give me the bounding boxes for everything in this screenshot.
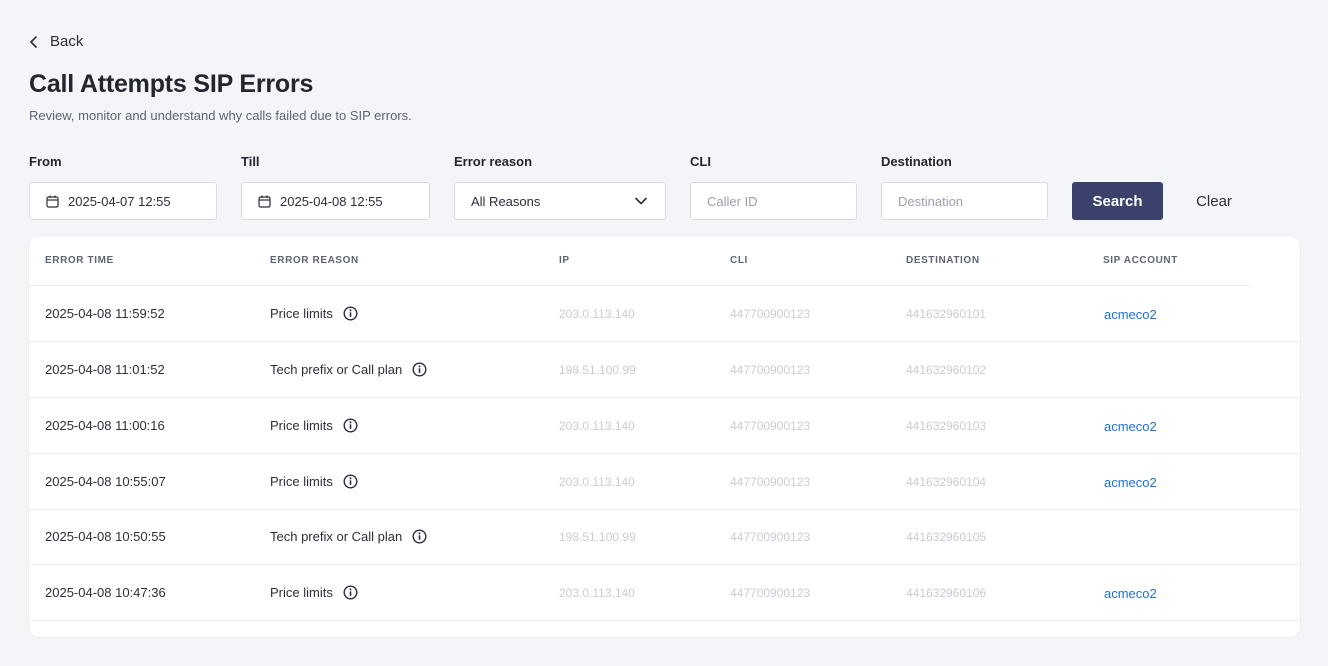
cell-sip-account-link[interactable]: acmeco2 bbox=[1104, 475, 1157, 490]
error-reason-text: Price limits bbox=[270, 306, 333, 321]
back-link[interactable]: Back bbox=[29, 33, 83, 50]
header-sip-account: SIP ACCOUNT bbox=[1103, 255, 1178, 266]
table-row: 2025-04-08 11:59:52 Price limits 203.0.113… bbox=[29, 286, 1300, 342]
info-circle-icon[interactable] bbox=[343, 306, 358, 321]
cell-ip: 198.51.100.99 bbox=[559, 530, 636, 544]
cell-sip-account-link[interactable]: acmeco2 bbox=[1104, 586, 1157, 601]
page-subtitle: Review, monitor and understand why calls… bbox=[29, 108, 412, 123]
table-row: 2025-04-08 11:00:16 Price limits 203.0.113… bbox=[29, 398, 1300, 454]
destination-label: Destination bbox=[881, 154, 952, 169]
info-circle-icon[interactable] bbox=[343, 474, 358, 489]
destination-placeholder: Destination bbox=[898, 193, 964, 209]
info-circle-icon[interactable] bbox=[412, 529, 427, 544]
table-row: 2025-04-08 10:55:07 Price limits 203.0.113… bbox=[29, 454, 1300, 510]
error-reason-text: Price limits bbox=[270, 585, 333, 600]
cell-error-time: 2025-04-08 10:47:36 bbox=[45, 585, 166, 600]
info-circle-icon[interactable] bbox=[343, 418, 358, 433]
till-date-field[interactable]: 2025-04-08 12:55 bbox=[241, 182, 430, 220]
search-button[interactable]: Search bbox=[1072, 182, 1163, 220]
cell-error-time: 2025-04-08 11:59:52 bbox=[45, 306, 165, 321]
calendar-icon bbox=[258, 195, 271, 208]
cell-sip-account-link[interactable]: acmeco2 bbox=[1104, 307, 1157, 322]
chevron-down-icon bbox=[635, 197, 647, 205]
table-row: 2025-04-08 10:50:55 Tech prefix or Call p… bbox=[29, 509, 1300, 565]
header-destination: DESTINATION bbox=[906, 255, 980, 266]
cell-destination: 441632960106 bbox=[906, 586, 987, 600]
table-row: 2025-04-08 11:01:52 Tech prefix or Call p… bbox=[29, 342, 1300, 398]
error-reason-select[interactable]: All Reasons bbox=[454, 182, 666, 220]
error-reason-value: All Reasons bbox=[471, 193, 541, 209]
cell-sip-account-link[interactable]: acmeco2 bbox=[1104, 419, 1157, 434]
till-date-value: 2025-04-08 12:55 bbox=[280, 193, 383, 209]
cell-ip: 203.0.113.140 bbox=[559, 586, 635, 600]
cell-cli: 447700900123 bbox=[730, 475, 811, 489]
cell-ip: 203.0.113.140 bbox=[559, 307, 635, 321]
error-reason-text: Price limits bbox=[270, 474, 333, 489]
cell-ip: 203.0.113.140 bbox=[559, 419, 635, 433]
destination-input[interactable]: Destination bbox=[881, 182, 1048, 220]
cell-destination: 441632960104 bbox=[906, 475, 987, 489]
cell-error-reason: Price limits bbox=[270, 474, 358, 489]
cell-ip: 203.0.113.140 bbox=[559, 475, 635, 489]
table-header: ERROR TIME ERROR REASON IP CLI DESTINATI… bbox=[29, 236, 1251, 286]
info-circle-icon[interactable] bbox=[343, 585, 358, 600]
cell-error-reason: Price limits bbox=[270, 306, 358, 321]
table-row: 2025-04-08 10:47:36 Price limits 203.0.113… bbox=[29, 565, 1300, 621]
cell-error-time: 2025-04-08 11:00:16 bbox=[45, 418, 165, 433]
from-label: From bbox=[29, 154, 62, 169]
error-reason-label: Error reason bbox=[454, 154, 533, 169]
cell-error-time: 2025-04-08 11:01:52 bbox=[45, 362, 165, 377]
chevron-left-icon bbox=[30, 35, 37, 48]
cli-label: CLI bbox=[690, 154, 711, 169]
from-date-value: 2025-04-07 12:55 bbox=[68, 193, 171, 209]
cell-error-reason: Tech prefix or Call plan bbox=[270, 529, 427, 544]
cell-ip: 198.51.100.99 bbox=[559, 363, 636, 377]
cell-destination: 441632960103 bbox=[906, 419, 987, 433]
cell-cli: 447700900123 bbox=[730, 307, 811, 321]
error-reason-text: Price limits bbox=[270, 418, 333, 433]
error-reason-text: Tech prefix or Call plan bbox=[270, 529, 403, 544]
cell-destination: 441632960102 bbox=[906, 363, 987, 377]
cell-error-reason: Price limits bbox=[270, 585, 358, 600]
till-label: Till bbox=[241, 154, 260, 169]
cell-cli: 447700900123 bbox=[730, 586, 811, 600]
cli-placeholder: Caller ID bbox=[707, 193, 758, 209]
cell-destination: 441632960105 bbox=[906, 530, 987, 544]
calendar-icon bbox=[46, 195, 59, 208]
cell-error-time: 2025-04-08 10:55:07 bbox=[45, 474, 166, 489]
cell-cli: 447700900123 bbox=[730, 419, 811, 433]
cell-error-reason: Price limits bbox=[270, 418, 358, 433]
errors-table: ERROR TIME ERROR REASON IP CLI DESTINATI… bbox=[29, 236, 1300, 637]
cell-error-reason: Tech prefix or Call plan bbox=[270, 362, 427, 377]
page: Back Call Attempts SIP Errors Review, mo… bbox=[0, 0, 1328, 666]
cell-error-time: 2025-04-08 10:50:55 bbox=[45, 529, 166, 544]
header-cli: CLI bbox=[730, 255, 748, 266]
page-title: Call Attempts SIP Errors bbox=[29, 70, 314, 98]
error-reason-text: Tech prefix or Call plan bbox=[270, 362, 403, 377]
header-ip: IP bbox=[559, 255, 570, 266]
clear-button[interactable]: Clear bbox=[1176, 182, 1252, 220]
header-error-time: ERROR TIME bbox=[45, 255, 114, 266]
header-error-reason: ERROR REASON bbox=[270, 255, 359, 266]
from-date-field[interactable]: 2025-04-07 12:55 bbox=[29, 182, 217, 220]
cell-cli: 447700900123 bbox=[730, 530, 811, 544]
back-label: Back bbox=[50, 33, 84, 50]
info-circle-icon[interactable] bbox=[412, 362, 427, 377]
cell-destination: 441632960101 bbox=[906, 307, 987, 321]
cell-cli: 447700900123 bbox=[730, 363, 811, 377]
cli-input[interactable]: Caller ID bbox=[690, 182, 857, 220]
